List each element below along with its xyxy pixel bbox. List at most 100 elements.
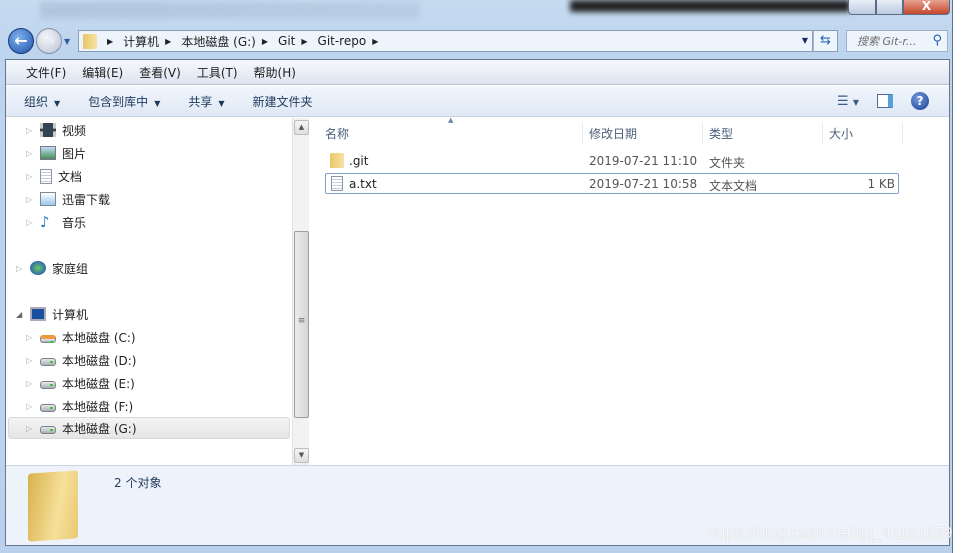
- nav-label: 本地磁盘 (F:): [62, 399, 134, 414]
- expand-icon[interactable]: ▷: [26, 379, 36, 388]
- system-drive-icon: [40, 335, 56, 343]
- new-folder-button[interactable]: 新建文件夹: [253, 93, 313, 110]
- back-button[interactable]: ←: [8, 28, 34, 54]
- expand-icon[interactable]: ▷: [16, 264, 26, 273]
- nav-item-drive-d[interactable]: ▷ 本地磁盘 (D:): [26, 350, 136, 370]
- breadcrumb-drive-g[interactable]: 本地磁盘 (G:): [181, 33, 256, 50]
- computer-icon: [30, 307, 46, 321]
- expand-icon[interactable]: ▷: [26, 149, 36, 158]
- scroll-down-button[interactable]: ▼: [294, 448, 309, 463]
- minimize-button[interactable]: [848, 0, 876, 15]
- view-options-icon[interactable]: ☰ ▼: [837, 94, 859, 109]
- video-icon: [40, 123, 56, 137]
- file-row[interactable]: .git 2019-07-21 11:10 文件夹: [325, 151, 899, 172]
- menu-edit[interactable]: 编辑(E): [82, 64, 123, 81]
- chevron-down-icon: ▼: [218, 98, 225, 108]
- folder-icon: [83, 33, 97, 49]
- share-label: 共享: [188, 94, 213, 109]
- maximize-button[interactable]: [876, 0, 903, 15]
- item-count: 2 个对象: [114, 476, 162, 490]
- nav-label: 本地磁盘 (D:): [62, 353, 137, 368]
- breadcrumb-git[interactable]: Git: [278, 34, 295, 48]
- include-in-library-button[interactable]: 包含到库中 ▼: [88, 93, 160, 110]
- file-name: a.txt: [349, 177, 377, 191]
- nav-label: 本地磁盘 (G:): [62, 421, 137, 436]
- file-size: 1 KB: [867, 177, 895, 191]
- navigation-scrollbar[interactable]: ▲ ≡ ▼: [292, 118, 309, 465]
- help-icon[interactable]: ?: [911, 92, 929, 110]
- breadcrumb-git-repo[interactable]: Git-repo: [318, 34, 367, 48]
- text-file-icon: [331, 176, 343, 191]
- nav-item-videos[interactable]: ▷ 视频: [26, 120, 86, 140]
- command-bar: 组织 ▼ 包含到库中 ▼ 共享 ▼ 新建文件夹 ☰ ▼ ?: [6, 86, 949, 117]
- file-row[interactable]: a.txt 2019-07-21 10:58 文本文档 1 KB: [325, 173, 899, 194]
- collapse-icon[interactable]: ◢: [16, 310, 26, 319]
- nav-label: 家庭组: [52, 261, 89, 276]
- blurred-background-text: [40, 2, 420, 18]
- column-header-name[interactable]: 名称: [319, 123, 583, 145]
- refresh-button[interactable]: ⇆: [813, 30, 838, 52]
- nav-label: 本地磁盘 (E:): [62, 376, 135, 391]
- expand-icon[interactable]: ▷: [26, 218, 36, 227]
- document-icon: [40, 168, 52, 184]
- file-type: 文本文档: [709, 179, 758, 193]
- nav-item-drive-e[interactable]: ▷ 本地磁盘 (E:): [26, 373, 135, 393]
- scrollbar-thumb[interactable]: ≡: [294, 231, 309, 418]
- column-header-modified[interactable]: 修改日期: [583, 123, 703, 145]
- organize-button[interactable]: 组织 ▼: [24, 93, 60, 110]
- expand-icon[interactable]: ▷: [26, 333, 36, 342]
- nav-label: 本地磁盘 (C:): [62, 330, 136, 345]
- music-icon: ♪: [40, 213, 50, 231]
- drive-icon: [40, 381, 56, 389]
- expand-icon[interactable]: ▷: [26, 126, 36, 135]
- nav-label: 视频: [62, 123, 87, 138]
- menu-help[interactable]: 帮助(H): [254, 64, 296, 81]
- nav-label: 文档: [58, 169, 83, 184]
- explorer-body: 文件(F) 编辑(E) 查看(V) 工具(T) 帮助(H) 组织 ▼ 包含到库中 ▼…: [5, 59, 950, 546]
- folder-icon: [28, 470, 78, 542]
- nav-item-drive-g[interactable]: ▷ 本地磁盘 (G:): [26, 418, 137, 438]
- search-input[interactable]: 搜索 Git-r... ⚲: [846, 30, 948, 52]
- nav-item-music[interactable]: ▷ ♪ 音乐: [26, 212, 86, 232]
- expand-icon[interactable]: ▷: [26, 402, 36, 411]
- breadcrumb-separator[interactable]: ▶: [372, 37, 378, 46]
- search-icon[interactable]: ⚲: [932, 33, 942, 48]
- nav-item-xunlei-downloads[interactable]: ▷ 迅雷下载: [26, 189, 110, 209]
- nav-item-computer[interactable]: ◢ 计算机: [16, 304, 88, 324]
- expand-icon[interactable]: ▷: [26, 172, 36, 181]
- column-header-size[interactable]: 大小: [823, 123, 903, 145]
- preview-pane-icon[interactable]: [877, 94, 893, 108]
- nav-item-drive-f[interactable]: ▷ 本地磁盘 (F:): [26, 396, 133, 416]
- nav-item-documents[interactable]: ▷ 文档: [26, 166, 82, 186]
- breadcrumb-separator[interactable]: ▶: [165, 37, 171, 46]
- menu-view[interactable]: 查看(V): [139, 64, 181, 81]
- column-header-type[interactable]: 类型: [703, 123, 823, 145]
- breadcrumb-separator[interactable]: ▶: [107, 37, 113, 46]
- menu-tools[interactable]: 工具(T): [197, 64, 238, 81]
- close-button[interactable]: X: [903, 0, 950, 15]
- drive-icon: [40, 426, 56, 434]
- address-bar[interactable]: ▶ 计算机 ▶ 本地磁盘 (G:) ▶ Git ▶ Git-repo ▶ ▼: [78, 30, 813, 52]
- scroll-up-button[interactable]: ▲: [294, 120, 309, 135]
- drive-icon: [40, 358, 56, 366]
- file-name: .git: [349, 154, 369, 168]
- drive-icon: [40, 404, 56, 412]
- expand-icon[interactable]: ▷: [26, 356, 36, 365]
- nav-item-drive-c[interactable]: ▷ 本地磁盘 (C:): [26, 327, 136, 347]
- share-button[interactable]: 共享 ▼: [188, 93, 224, 110]
- nav-item-homegroup[interactable]: ▷ 家庭组: [16, 258, 88, 278]
- breadcrumb-computer[interactable]: 计算机: [123, 33, 159, 50]
- view-controls: ☰ ▼ ?: [837, 92, 929, 110]
- nav-label: 迅雷下载: [62, 192, 111, 207]
- library-icon: [40, 192, 56, 206]
- address-history-dropdown[interactable]: ▼: [802, 36, 808, 45]
- recent-pages-dropdown[interactable]: ▼: [64, 37, 70, 46]
- nav-item-pictures[interactable]: ▷ 图片: [26, 143, 86, 163]
- expand-icon[interactable]: ▷: [26, 424, 36, 433]
- file-modified: 2019-07-21 11:10: [589, 154, 698, 168]
- breadcrumb-separator[interactable]: ▶: [262, 37, 268, 46]
- forward-button[interactable]: →: [36, 28, 62, 54]
- menu-file[interactable]: 文件(F): [26, 64, 66, 81]
- breadcrumb-separator[interactable]: ▶: [301, 37, 307, 46]
- expand-icon[interactable]: ▷: [26, 195, 36, 204]
